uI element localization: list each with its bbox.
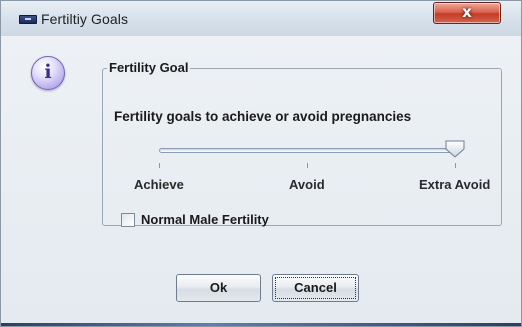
app-icon — [19, 15, 37, 24]
group-title: Fertility Goal — [107, 60, 191, 75]
normal-male-fertility-label[interactable]: Normal Male Fertility — [141, 212, 269, 227]
ok-button[interactable]: Ok — [176, 274, 261, 302]
slider-tick — [455, 163, 456, 168]
slider-label-achieve: Achieve — [134, 177, 184, 192]
fertility-goal-group: Fertility Goal Fertility goals to achiev… — [102, 60, 502, 227]
slider-label-extra-avoid: Extra Avoid — [419, 177, 491, 192]
fertility-goal-slider-track[interactable] — [159, 148, 455, 153]
cancel-button-label: Cancel — [294, 280, 337, 295]
slider-tick — [307, 163, 308, 168]
slider-tick — [159, 163, 160, 168]
slider-label-avoid: Avoid — [289, 177, 325, 192]
fertility-goals-dialog: Fertiltiy Goals x i Fertility Goal Ferti… — [0, 0, 522, 327]
normal-male-fertility-checkbox[interactable] — [121, 213, 135, 227]
close-button[interactable]: x — [433, 2, 501, 24]
window-title: Fertiltiy Goals — [41, 11, 129, 27]
window-bottom-edge — [1, 323, 521, 326]
slider-prompt: Fertility goals to achieve or avoid preg… — [114, 109, 412, 124]
info-icon: i — [31, 56, 65, 90]
slider-thumb[interactable] — [444, 140, 466, 158]
title-bar[interactable]: Fertiltiy Goals x — [1, 1, 521, 36]
cancel-button[interactable]: Cancel — [272, 274, 359, 302]
